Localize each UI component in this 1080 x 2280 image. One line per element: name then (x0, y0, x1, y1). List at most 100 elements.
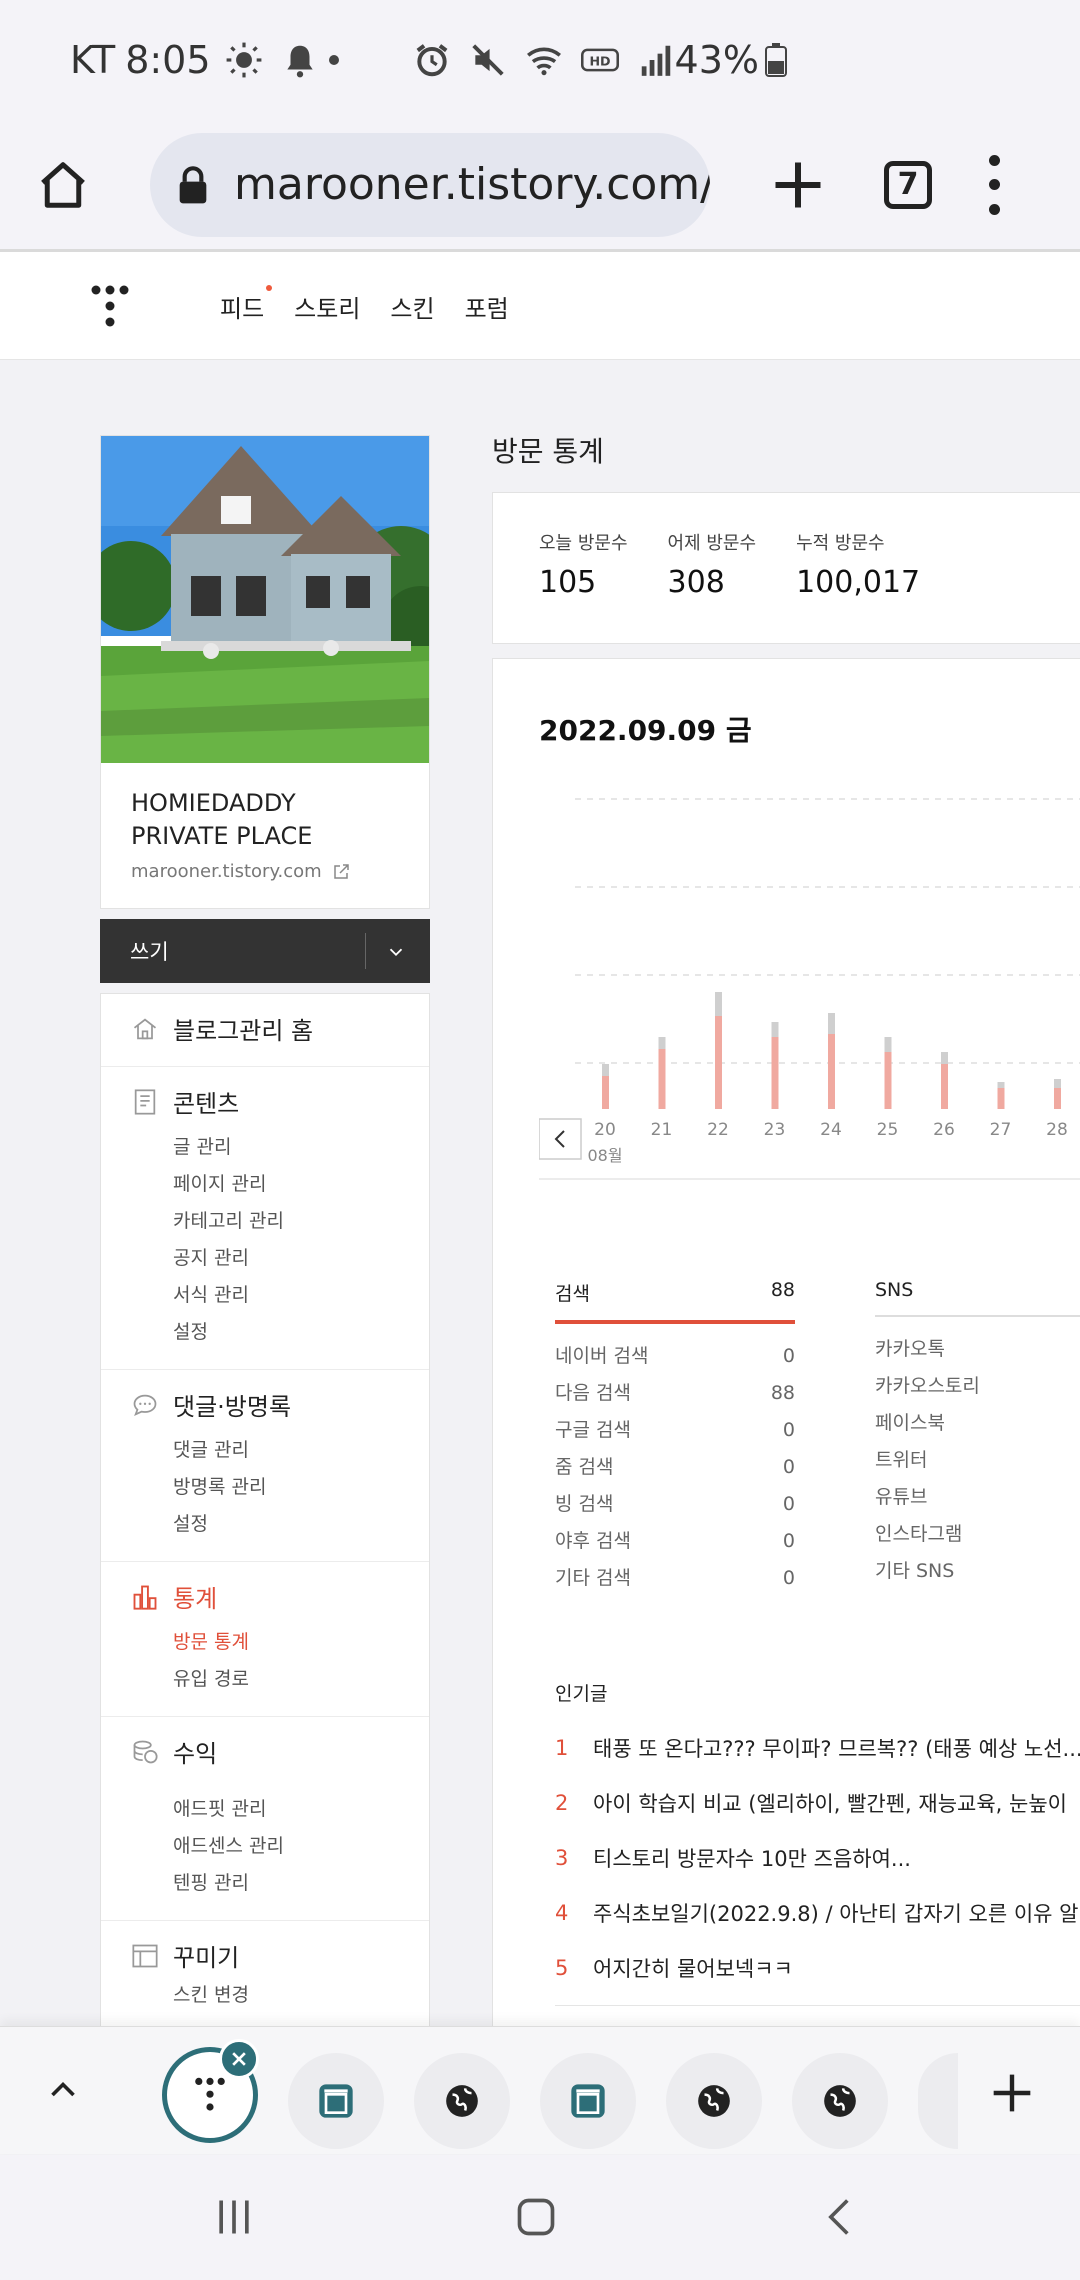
admin-menu: 블로그관리 홈 콘텐츠 글 관리 페이지 관리 카테고리 관리 공지 관리 서식… (100, 993, 430, 2033)
content-sub-list: 글 관리 페이지 관리 카테고리 관리 공지 관리 서식 관리 설정 (101, 1129, 429, 1351)
nav-story[interactable]: 스토리 (294, 289, 360, 324)
popular-post[interactable]: 3 티스토리 방문자수 10만 즈음하여... (555, 1830, 1080, 1885)
layout-icon (132, 1944, 158, 1968)
menu-guestbook-manage[interactable]: 방명록 관리 (101, 1469, 429, 1506)
signal-icon (641, 45, 670, 76)
menu-adsense-manage[interactable]: 애드센스 관리 (101, 1828, 429, 1865)
add-tab-button[interactable] (990, 2071, 1034, 2115)
menu-comment-settings[interactable]: 설정 (101, 1506, 429, 1543)
tab-thumb[interactable] (666, 2053, 762, 2149)
blog-cover-image[interactable] (101, 436, 429, 763)
bar-visits (828, 1034, 835, 1109)
tab-switcher-button[interactable]: 7 (884, 160, 932, 209)
write-button[interactable]: 쓰기 (100, 919, 430, 983)
bar-visits-prev (941, 1052, 948, 1064)
sns-row: 기타 SNS (875, 1553, 1080, 1590)
blog-url-link[interactable]: marooner.tistory.com (131, 861, 399, 882)
chevron-down-icon[interactable] (385, 941, 407, 963)
chevron-up-icon[interactable] (45, 2071, 81, 2107)
page-title: 방문 통계 (492, 435, 604, 468)
search-row-label: 다음 검색 (555, 1382, 631, 1404)
menu-referrer-stats[interactable]: 유입 경로 (101, 1661, 429, 1698)
speech-bubble-icon (133, 1394, 157, 1417)
more-dot (988, 179, 1000, 190)
clock: 8:05 (125, 38, 211, 82)
home-nav-icon[interactable] (514, 2195, 558, 2239)
menu-notice-manage[interactable]: 공지 관리 (101, 1240, 429, 1277)
profile-card: HOMIEDADDY PRIVATE PLACE marooner.tistor… (100, 435, 430, 909)
bar-visits (997, 1088, 1005, 1109)
nav-forum[interactable]: 포럼 (465, 289, 509, 324)
menu-skin-change[interactable]: 스킨 변경 (101, 1977, 429, 2014)
site-nav: 피드 스토리 스킨 포럼 (220, 252, 509, 360)
menu-tenping-manage[interactable]: 텐핑 관리 (101, 1865, 429, 1902)
x-tick-label: 21 (651, 1120, 673, 1140)
menu-template-manage[interactable]: 서식 관리 (101, 1277, 429, 1314)
menu-category-manage[interactable]: 카테고리 관리 (101, 1203, 429, 1240)
search-row-value: 0 (782, 1456, 795, 1478)
x-tick-label: 27 (990, 1120, 1012, 1140)
sns-header[interactable]: SNS (875, 1279, 1080, 1317)
menu-visit-stats[interactable]: 방문 통계 (101, 1624, 429, 1661)
chart-prev-button[interactable] (539, 1118, 582, 1160)
blog-name[interactable]: HOMIEDADDY PRIVATE PLACE (131, 787, 399, 853)
home-button[interactable] (26, 148, 100, 222)
close-tab-button[interactable] (219, 2039, 259, 2079)
more-menu-button[interactable] (986, 154, 1002, 215)
popular-post[interactable]: 1 태풍 또 온다고??? 무이파? 므르복?? (태풍 예상 노선... (555, 1720, 1080, 1775)
popular-post[interactable]: 5 어지간히 물어보넥ㅋㅋ (555, 1940, 1080, 1995)
x-tick-label: 26 (933, 1120, 955, 1140)
tab-thumb[interactable] (414, 2053, 510, 2149)
bar-visits-prev (771, 1022, 779, 1037)
search-row-label: 줌 검색 (555, 1456, 614, 1478)
status-icons-right: HD (413, 41, 675, 79)
menu-post-manage[interactable]: 글 관리 (101, 1129, 429, 1166)
hd-icon: HD (580, 48, 619, 72)
bar-visits (602, 1076, 609, 1109)
alarm-icon (416, 44, 447, 77)
comments-sub-list: 댓글 관리 방명록 관리 설정 (101, 1432, 429, 1543)
sns-column: SNS 카카오톡 카카오스토리 페이스북 트위터 유튜브 인스타그램 기타 SNS (875, 1279, 1080, 1590)
new-tab-button[interactable] (768, 155, 828, 215)
search-header[interactable]: 검색 88 (555, 1279, 795, 1324)
search-row-label: 구글 검색 (555, 1419, 631, 1441)
nav-skin[interactable]: 스킨 (390, 289, 434, 324)
menu-page-manage[interactable]: 페이지 관리 (101, 1166, 429, 1203)
search-rows: 네이버 검색 0 다음 검색 88 구글 검색 0 줌 검색 0 빙 검색 0 야후 검색 0 기타 검… (555, 1338, 795, 1597)
nav-feed[interactable]: 피드 (220, 284, 273, 324)
tab-thumb[interactable] (540, 2053, 636, 2149)
system-navigation (0, 2155, 1080, 2280)
tab-thumb[interactable] (792, 2053, 888, 2149)
tab-thumb-partial[interactable] (918, 2053, 958, 2149)
more-dot (988, 154, 1000, 166)
bar-visits-prev (658, 1037, 666, 1049)
tistory-logo-icon[interactable] (90, 282, 130, 332)
popular-rank: 4 (555, 1900, 569, 1925)
popular-post[interactable]: 4 주식초보일기(2022.9.8) / 아난티 갑자기 오른 이유 알 (555, 1885, 1080, 1940)
wifi-icon (526, 47, 561, 76)
status-icons-left (225, 41, 319, 79)
stat-yesterday-value: 308 (667, 565, 725, 600)
popular-post-title: 티스토리 방문자수 10만 즈음하여... (593, 1846, 911, 1871)
back-icon[interactable] (818, 2195, 862, 2239)
close-icon (232, 2052, 246, 2066)
menu-content-settings[interactable]: 설정 (101, 1314, 429, 1351)
sns-row-label: 인스타그램 (875, 1523, 963, 1545)
menu-adfit-manage[interactable]: 애드핏 관리 (101, 1791, 429, 1828)
menu-comment-manage[interactable]: 댓글 관리 (101, 1432, 429, 1469)
popular-title: 인기글 (555, 1683, 608, 1705)
bar-visits (658, 1049, 666, 1109)
battery-icon (765, 43, 787, 77)
sns-row-label: 트위터 (875, 1449, 928, 1471)
tab-count: 7 (897, 167, 919, 202)
x-tick-label: 28 (1046, 1120, 1068, 1140)
popular-post[interactable]: 2 아이 학습지 비교 (엘리하이, 빨간펜, 재능교육, 눈높이 (555, 1775, 1080, 1830)
popular-rank: 5 (555, 1955, 569, 1980)
recent-apps-icon[interactable] (212, 2195, 256, 2239)
tab-thumb[interactable] (288, 2053, 384, 2149)
stat-today-value: 105 (539, 565, 597, 600)
bar-visits-prev (997, 1082, 1005, 1088)
write-button-divider (365, 933, 366, 969)
address-bar[interactable]: marooner.tistory.com/ (150, 132, 710, 237)
popular-post-title: 태풍 또 온다고??? 무이파? 므르복?? (태풍 예상 노선... (593, 1736, 1080, 1761)
